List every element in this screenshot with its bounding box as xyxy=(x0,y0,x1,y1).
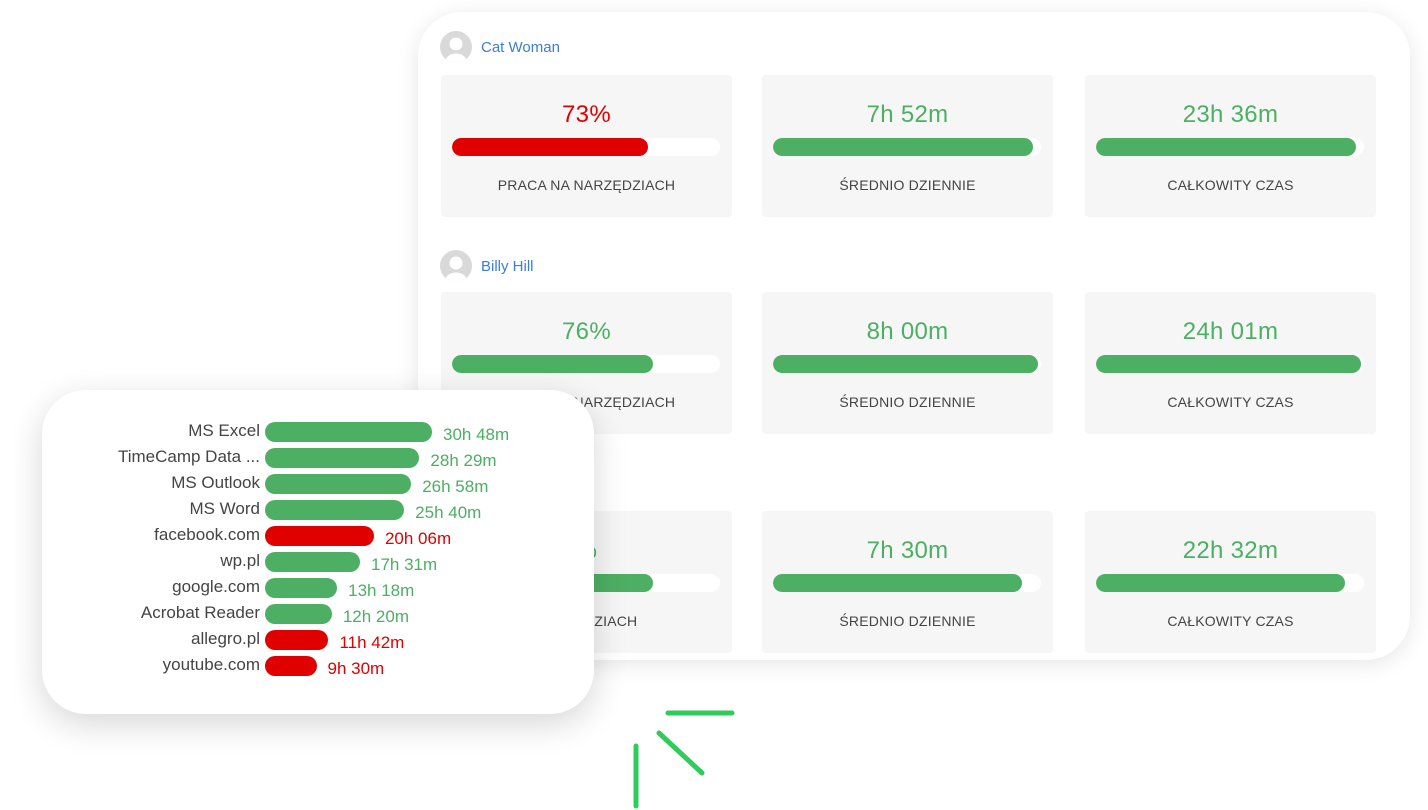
spark-lines-decoration xyxy=(633,710,735,809)
